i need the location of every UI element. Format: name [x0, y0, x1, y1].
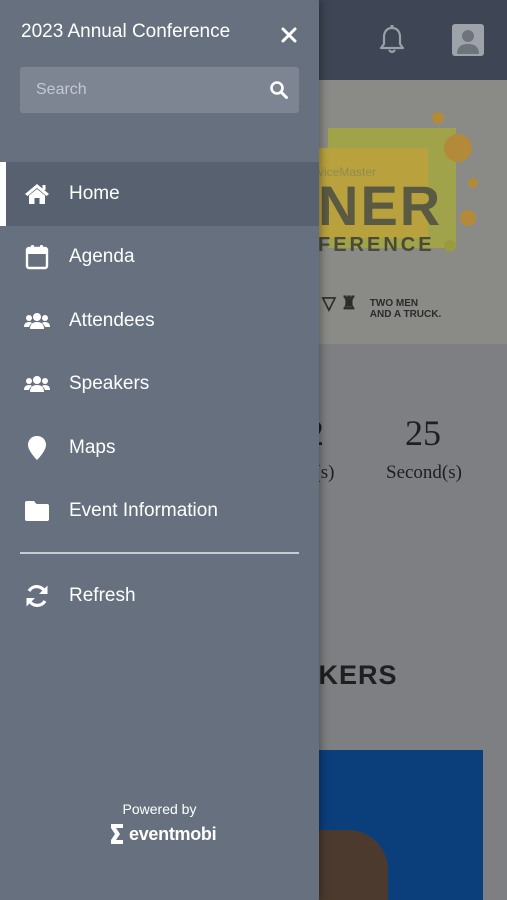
nav-label-attendees: Attendees [69, 309, 155, 331]
eventmobi-mark-icon [111, 824, 123, 844]
powered-by-text: Powered by [122, 801, 197, 817]
speaker-photo [318, 830, 388, 900]
nav-item-speakers[interactable]: Speakers [0, 353, 319, 417]
people-icon [24, 371, 50, 397]
home-icon [24, 181, 50, 207]
sponsor-logo-line1: TWO MEN [369, 298, 419, 309]
banner-big-text: NER [318, 174, 443, 237]
nav-item-maps[interactable]: Maps [0, 416, 319, 480]
close-button[interactable] [276, 22, 302, 48]
sponsor-mark-icon: ▽ ♜ [322, 293, 357, 313]
search-input[interactable] [36, 67, 256, 113]
refresh-icon [24, 583, 50, 609]
nav-item-event-information[interactable]: Event Information [0, 480, 319, 544]
close-icon [281, 27, 297, 43]
nav-item-agenda[interactable]: Agenda [0, 226, 319, 290]
countdown-label: Second(s) [386, 462, 462, 483]
people-icon [24, 308, 50, 334]
nav-label-maps: Maps [69, 436, 116, 458]
drawer-nav: Home Agenda Attendees Speakers Maps Even… [0, 162, 319, 543]
calendar-icon [24, 244, 50, 270]
map-pin-icon [24, 435, 50, 461]
nav-label-event-information: Event Information [69, 500, 218, 522]
nav-item-attendees[interactable]: Attendees [0, 289, 319, 353]
profile-icon[interactable] [452, 24, 484, 56]
search-icon[interactable] [269, 80, 289, 100]
bell-icon[interactable] [377, 24, 407, 56]
refresh-button[interactable]: Refresh [0, 564, 319, 627]
navigation-drawer: 2023 Annual Conference Home [0, 0, 319, 900]
speaker-card[interactable] [318, 750, 483, 900]
search-box [20, 67, 299, 113]
brand-name: eventmobi [129, 823, 217, 844]
sponsor-logo-line2: AND A TRUCK. [369, 309, 442, 320]
folder-icon [24, 498, 50, 524]
eventmobi-logo[interactable]: eventmobi [108, 821, 218, 847]
nav-label-speakers: Speakers [69, 373, 150, 395]
refresh-label: Refresh [69, 584, 136, 606]
countdown-value: 25 [405, 413, 441, 453]
nav-label-agenda: Agenda [69, 246, 135, 268]
drawer-divider [20, 552, 299, 554]
drawer-title: 2023 Annual Conference [21, 21, 231, 42]
sponsor-logos: ▽ ♜ TWO MEN AND A TRUCK. [322, 293, 442, 320]
nav-label-home: Home [69, 182, 120, 204]
nav-item-home[interactable]: Home [0, 162, 319, 226]
banner-sub-text: FERENCE [318, 234, 435, 256]
